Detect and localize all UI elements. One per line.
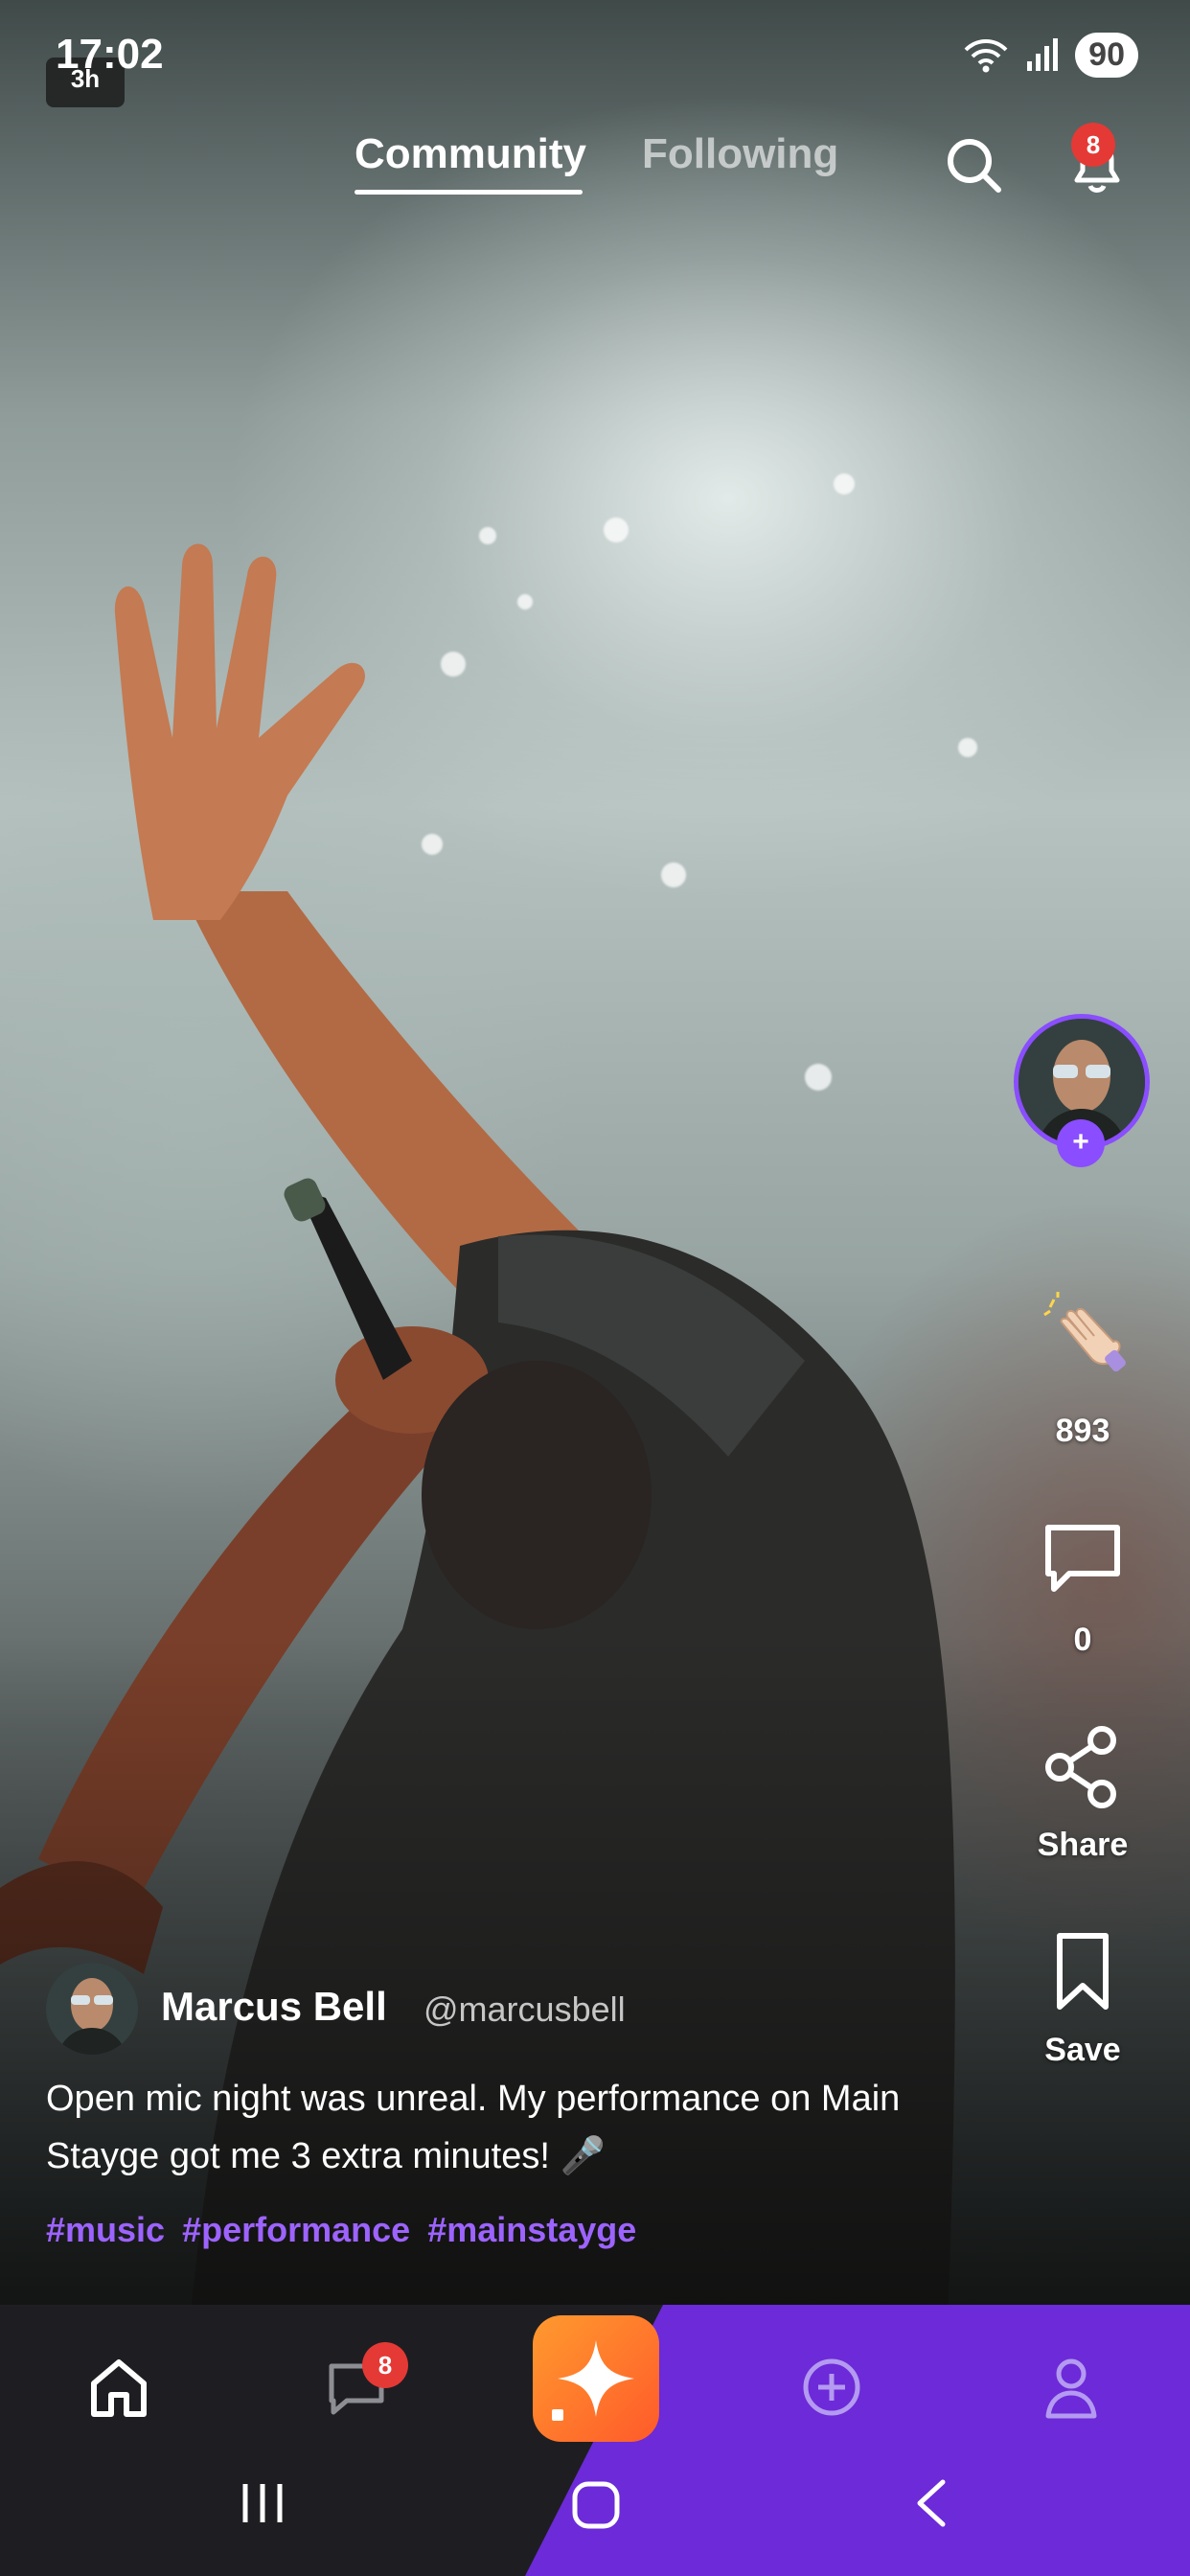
create-sparkle-button[interactable]: [533, 2315, 659, 2442]
follow-plus-button[interactable]: +: [1057, 1119, 1105, 1167]
tab-community[interactable]: Community: [355, 130, 586, 178]
add-circle-icon[interactable]: [797, 2353, 866, 2422]
notification-badge: 8: [1071, 123, 1115, 167]
hashtag[interactable]: #music: [46, 2210, 165, 2250]
author-avatar[interactable]: [46, 1963, 138, 2055]
home-icon[interactable]: [84, 2353, 153, 2422]
home-button-icon[interactable]: [567, 2476, 625, 2534]
hashtag[interactable]: #performance: [182, 2210, 410, 2250]
author-handle[interactable]: @marcusbell: [423, 1990, 626, 2030]
post-caption: Open mic night was unreal. My performanc…: [46, 2079, 901, 2176]
profile-icon[interactable]: [1037, 2353, 1106, 2422]
bottom-gradient-overlay: [0, 1634, 1190, 2305]
battery-indicator: 90: [1075, 33, 1138, 78]
wifi-icon: [964, 38, 1008, 72]
tab-following[interactable]: Following: [642, 130, 838, 178]
sparkle-icon: [552, 2340, 634, 2421]
hashtag[interactable]: #mainstayge: [427, 2210, 636, 2250]
search-icon[interactable]: [943, 134, 1004, 196]
clap-count: 893: [1055, 1413, 1110, 1449]
signal-icon: [1027, 37, 1059, 71]
status-icons: 90: [962, 33, 1138, 78]
hashtag-list: #music #performance #mainstayge: [46, 2210, 636, 2250]
post-media-background[interactable]: [0, 0, 1190, 2305]
chat-badge: 8: [362, 2342, 408, 2388]
comment-count: 0: [1073, 1622, 1092, 1658]
share-label[interactable]: Share: [1006, 1827, 1159, 1864]
bookmark-icon[interactable]: [1037, 1926, 1129, 2018]
status-time: 17:02: [56, 31, 164, 78]
back-icon[interactable]: [906, 2476, 960, 2530]
tab-active-indicator: [355, 190, 583, 195]
comment-icon[interactable]: [1037, 1514, 1129, 1606]
save-label[interactable]: Save: [1006, 2032, 1159, 2069]
recents-icon[interactable]: [236, 2476, 289, 2530]
author-name[interactable]: Marcus Bell: [161, 1984, 387, 2030]
clap-icon[interactable]: [1037, 1290, 1129, 1382]
author-avatar-image: [46, 1963, 138, 2055]
share-icon[interactable]: [1037, 1721, 1129, 1813]
